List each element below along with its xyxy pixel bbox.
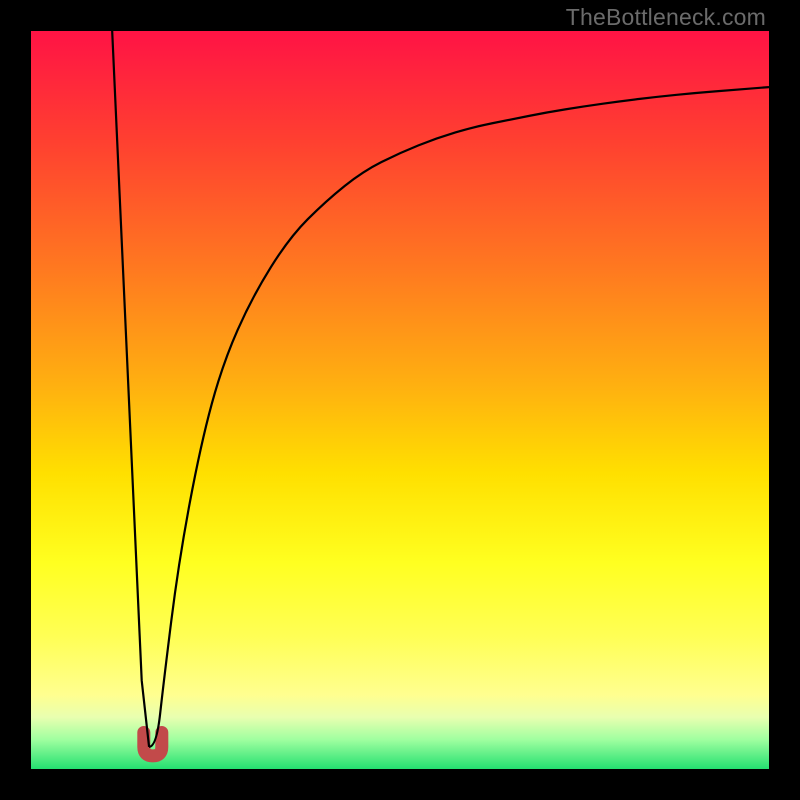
bottleneck-curve-left: [112, 31, 149, 747]
chart-container: TheBottleneck.com: [0, 0, 800, 800]
curve-layer: [31, 31, 769, 769]
bottleneck-curve-right: [149, 87, 769, 747]
plot-area: [31, 31, 769, 769]
watermark-text: TheBottleneck.com: [566, 4, 766, 31]
